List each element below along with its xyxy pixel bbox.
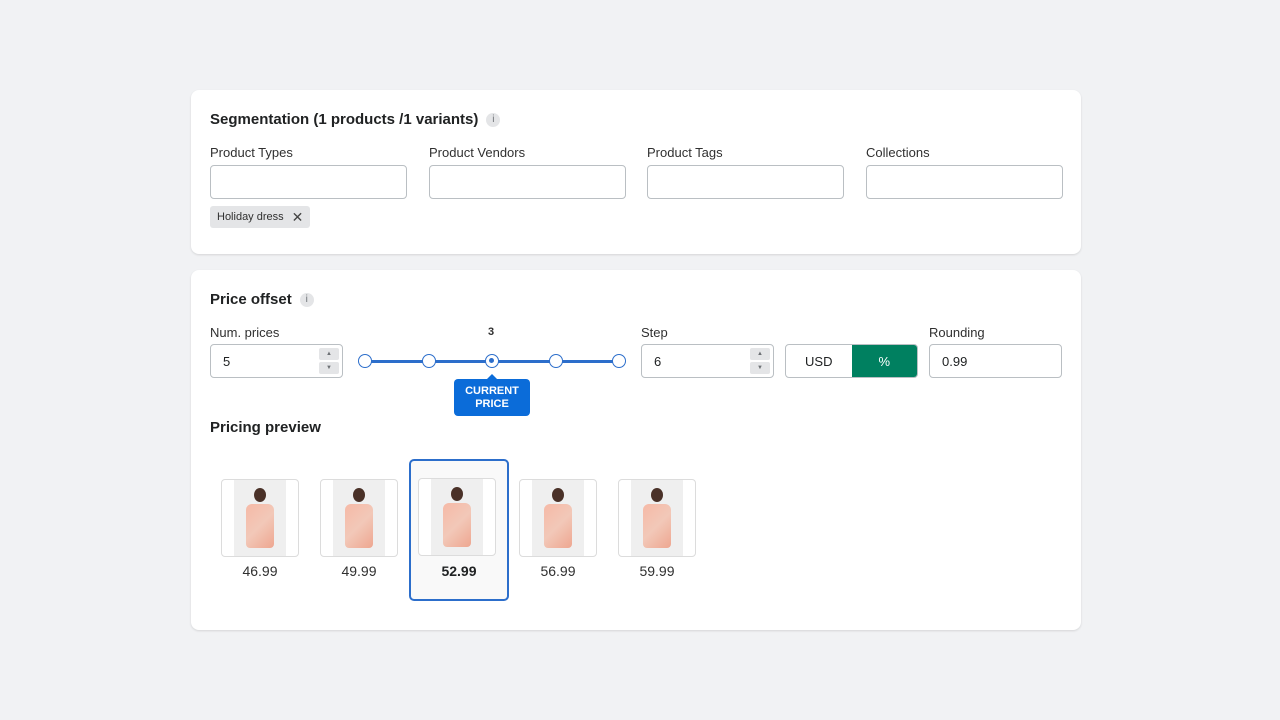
info-icon[interactable]: i (486, 112, 501, 127)
percent-option[interactable]: % (851, 345, 917, 377)
preview-item[interactable]: 46.99 (210, 460, 310, 602)
tooltip-line-2: PRICE (475, 398, 509, 410)
num-prices-value: 5 (223, 353, 231, 369)
preview-item[interactable]: 59.99 (607, 460, 707, 602)
slider-step-5[interactable] (612, 354, 626, 368)
step-label: Step (641, 325, 668, 340)
preview-item[interactable]: 56.99 (508, 460, 608, 602)
price-offset-title-text: Price offset (210, 291, 292, 308)
slider-step-3-current[interactable] (485, 354, 499, 368)
increment-button[interactable]: ▲ (319, 348, 339, 360)
product-vendors-input[interactable] (429, 165, 626, 199)
product-thumbnail (320, 479, 398, 557)
increment-button[interactable]: ▲ (750, 348, 770, 360)
usd-option[interactable]: USD (786, 345, 852, 377)
tag-label: Holiday dress (217, 211, 284, 223)
num-prices-input[interactable]: 5 ▲ ▼ (210, 344, 343, 378)
price-offset-title: Price offset i (210, 291, 314, 308)
decrement-button[interactable]: ▼ (319, 362, 339, 374)
preview-item-selected[interactable]: 52.99 (409, 459, 509, 601)
step-value: 6 (654, 353, 662, 369)
info-icon[interactable]: i (299, 292, 314, 307)
tooltip-line-1: CURRENT (465, 385, 519, 397)
segmentation-title-text: Segmentation (1 products /1 variants) (210, 111, 479, 128)
unit-toggle: USD % (785, 344, 918, 378)
preview-price: 49.99 (341, 563, 377, 579)
slider-current-index: 3 (488, 326, 495, 338)
close-icon[interactable]: ✕ (292, 209, 304, 226)
step-input[interactable]: 6 ▲ ▼ (641, 344, 774, 378)
preview-price: 59.99 (639, 563, 675, 579)
product-thumbnail (519, 479, 597, 557)
num-prices-label: Num. prices (210, 325, 280, 340)
product-thumbnail (418, 478, 496, 556)
product-thumbnail (618, 479, 696, 557)
product-types-label: Product Types (210, 145, 293, 160)
product-tags-label: Product Tags (647, 145, 723, 160)
product-types-input[interactable] (210, 165, 407, 199)
collections-input[interactable] (866, 165, 1063, 199)
price-offset-card: Price offset i Num. prices 5 ▲ ▼ 3 CURRE… (191, 270, 1081, 630)
product-type-tag: Holiday dress ✕ (210, 206, 311, 228)
preview-price: 52.99 (441, 563, 477, 579)
preview-price: 46.99 (242, 563, 278, 579)
preview-item[interactable]: 49.99 (309, 460, 409, 602)
slider-step-2[interactable] (422, 354, 436, 368)
decrement-button[interactable]: ▼ (750, 362, 770, 374)
slider-step-4[interactable] (549, 354, 563, 368)
collections-label: Collections (866, 145, 930, 160)
product-tags-input[interactable] (647, 165, 844, 199)
pricing-preview-title: Pricing preview (210, 419, 321, 436)
segmentation-card: Segmentation (1 products /1 variants) i … (191, 90, 1081, 254)
product-vendors-label: Product Vendors (429, 145, 526, 160)
slider-step-1[interactable] (358, 354, 372, 368)
preview-price: 56.99 (540, 563, 576, 579)
rounding-label: Rounding (929, 325, 985, 340)
rounding-input[interactable]: 0.99 (929, 344, 1062, 378)
current-price-tooltip: CURRENT PRICE (454, 374, 530, 416)
product-thumbnail (221, 479, 299, 557)
segmentation-title: Segmentation (1 products /1 variants) i (210, 111, 501, 128)
